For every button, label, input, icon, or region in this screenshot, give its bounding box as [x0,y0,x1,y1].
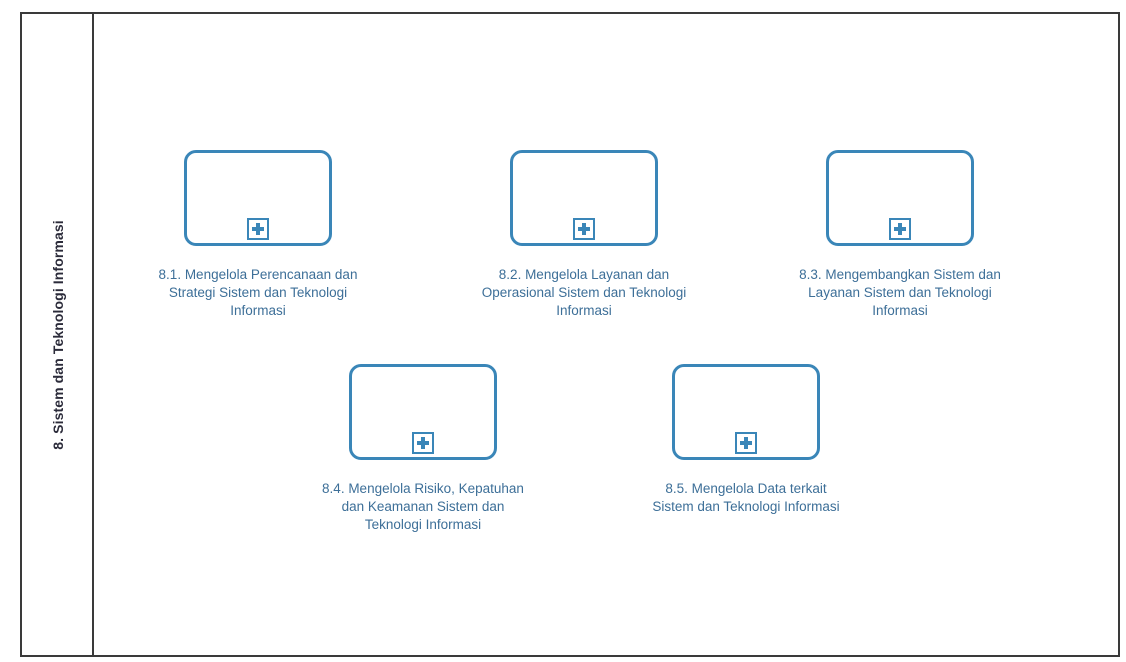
bpmn-pool: 8. Sistem dan Teknologi Informasi 8.1. M… [20,12,1120,657]
subprocess-8-2-label: 8.2. Mengelola Layanan dan Operasional S… [481,267,687,318]
subprocess-8-4-label: 8.4. Mengelola Risiko, Kepatuhan dan Kea… [322,481,524,532]
subprocess-8-3[interactable] [826,150,974,246]
subprocess-8-3-label: 8.3. Mengembangkan Sistem dan Layanan Si… [799,267,1001,318]
subprocess-8-5[interactable] [672,364,820,460]
subprocess-8-4[interactable] [349,364,497,460]
plus-square-icon[interactable] [735,432,757,454]
subprocess-8-1[interactable] [184,150,332,246]
plus-square-icon[interactable] [573,218,595,240]
lane-body: 8.1. Mengelola Perencanaan dan Strategi … [94,14,1118,655]
plus-square-icon[interactable] [412,432,434,454]
plus-square-icon[interactable] [889,218,911,240]
subprocess-8-5-label: 8.5. Mengelola Data terkait Sistem dan T… [652,481,840,514]
subprocess-8-2[interactable] [510,150,658,246]
plus-square-icon[interactable] [247,218,269,240]
subprocess-8-1-label: 8.1. Mengelola Perencanaan dan Strategi … [158,267,358,318]
lane-header: 8. Sistem dan Teknologi Informasi [22,14,94,655]
lane-title: 8. Sistem dan Teknologi Informasi [50,219,66,450]
